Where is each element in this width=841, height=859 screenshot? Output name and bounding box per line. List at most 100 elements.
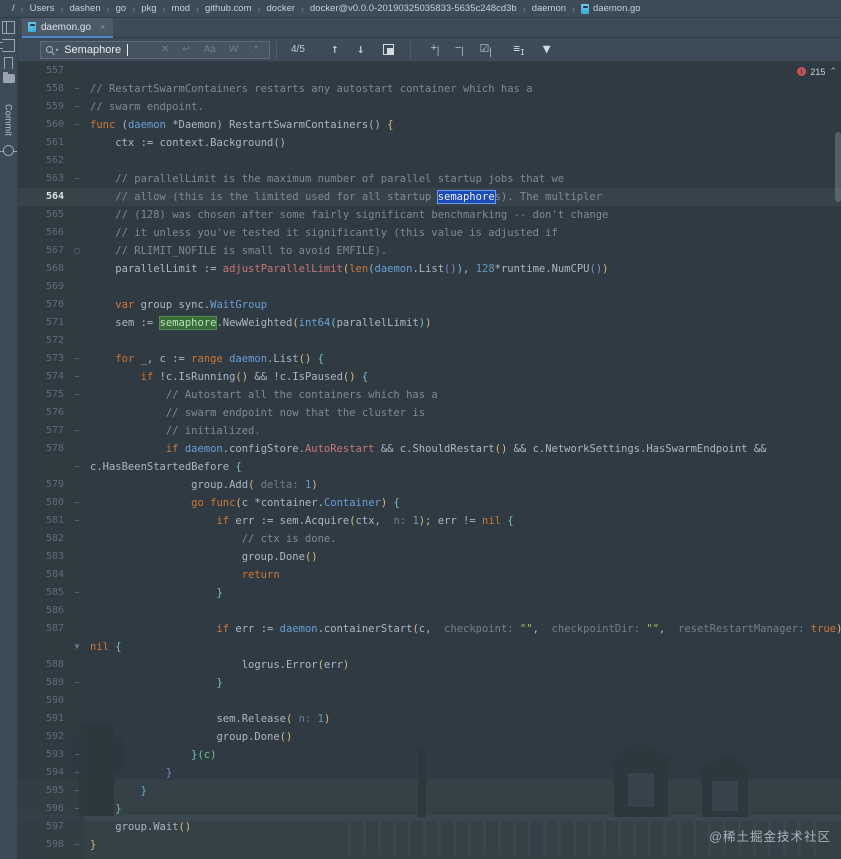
code-editor[interactable]: 215 ⌃ 557 558−// RestartSwarmContainers r…	[18, 62, 841, 859]
code-line[interactable]: 595− }	[18, 782, 841, 800]
select-all-icon[interactable]	[382, 44, 394, 55]
fold-marker-icon[interactable]: −	[70, 782, 84, 800]
fold-marker-icon[interactable]: −	[70, 80, 84, 98]
fold-marker-icon[interactable]: −	[70, 116, 84, 134]
code-line[interactable]: 578 if daemon.configStore.AutoRestart &&…	[18, 440, 841, 458]
code-line[interactable]: 569	[18, 278, 841, 296]
code-line[interactable]: 591 sem.Release( n: 1)	[18, 710, 841, 728]
code-content[interactable]: 557 558−// RestartSwarmContainers restart…	[18, 62, 841, 854]
breadcrumb-item[interactable]: github.com	[199, 3, 257, 14]
fold-marker-icon[interactable]: □	[70, 242, 84, 260]
fold-marker-icon[interactable]: −	[70, 494, 84, 512]
chevron-up-icon[interactable]: ⌃	[829, 66, 837, 77]
code-line[interactable]: 561 ctx := context.Background()	[18, 134, 841, 152]
breadcrumb-item[interactable]: daemon	[526, 3, 572, 14]
fold-marker-icon[interactable]: −	[70, 674, 84, 692]
scrollbar-thumb[interactable]	[835, 132, 841, 202]
code-line[interactable]: 586	[18, 602, 841, 620]
fold-marker-icon[interactable]: −	[70, 350, 84, 368]
code-line[interactable]: 593− }(c)	[18, 746, 841, 764]
code-line[interactable]: 575− // Autostart all the containers whi…	[18, 386, 841, 404]
breadcrumb-item[interactable]: docker@v0.0.0-20190325035833-5635c248cd3…	[304, 3, 523, 14]
code-line[interactable]: 577− // initialized.	[18, 422, 841, 440]
breadcrumb-file[interactable]: daemon.go	[575, 3, 647, 14]
fold-marker-icon[interactable]: −	[70, 170, 84, 188]
fold-marker-icon[interactable]: −	[70, 98, 84, 116]
code-line[interactable]: 562	[18, 152, 841, 170]
remove-occurrence-icon[interactable]: −⎢	[455, 42, 465, 56]
structure-icon[interactable]	[0, 39, 15, 52]
find-next-icon[interactable]: ↓	[357, 42, 365, 57]
filter-icon[interactable]: ▼	[543, 42, 551, 57]
breadcrumb-item[interactable]: Users	[24, 3, 61, 14]
fold-marker-icon[interactable]: −	[70, 458, 84, 476]
search-input[interactable]: ▾ Semaphore ✕ ↵ Aa W .*	[40, 40, 270, 59]
clear-search-icon[interactable]: ✕	[161, 44, 169, 55]
code-line[interactable]: 559−// swarm endpoint.	[18, 98, 841, 116]
find-previous-icon[interactable]: ↑	[331, 42, 339, 57]
fold-marker-icon[interactable]: −	[70, 386, 84, 404]
open-in-find-window-icon[interactable]: ≡I	[513, 42, 524, 57]
chevron-down-icon[interactable]: ▾	[55, 46, 59, 54]
project-icon[interactable]	[2, 21, 15, 34]
code-line[interactable]: 583 group.Done()	[18, 548, 841, 566]
code-line[interactable]: 564 // allow (this is the limited used f…	[18, 188, 841, 206]
code-line[interactable]: 587 if err := daemon.containerStart(c, c…	[18, 620, 841, 638]
code-line[interactable]: 558−// RestartSwarmContainers restarts a…	[18, 80, 841, 98]
bookmarks-icon[interactable]	[4, 57, 13, 69]
status-badge[interactable]: 215 ⌃	[797, 66, 837, 77]
close-icon[interactable]: ×	[100, 22, 105, 32]
code-line[interactable]: 580− go func(c *container.Container) {	[18, 494, 841, 512]
fold-marker-icon[interactable]: −	[70, 512, 84, 530]
words-icon[interactable]: W	[229, 44, 238, 55]
breadcrumb-item[interactable]: mod	[166, 3, 196, 14]
code-line[interactable]: 576 // swarm endpoint now that the clust…	[18, 404, 841, 422]
fold-marker-icon[interactable]: −	[70, 836, 84, 854]
code-line[interactable]: 582 // ctx is done.	[18, 530, 841, 548]
breadcrumb-item[interactable]: go	[110, 3, 133, 14]
fold-marker-icon[interactable]: −	[70, 800, 84, 818]
code-line[interactable]: 573− for _, c := range daemon.List() {	[18, 350, 841, 368]
folder-icon[interactable]	[2, 71, 15, 83]
code-line[interactable]: 592 group.Done()	[18, 728, 841, 746]
fold-marker-icon[interactable]: −	[70, 584, 84, 602]
code-line[interactable]: 565 // (128) was chosen after some fairl…	[18, 206, 841, 224]
breadcrumb-item[interactable]: docker	[261, 3, 302, 14]
code-line[interactable]: − c.HasBeenStartedBefore {	[18, 458, 841, 476]
code-line[interactable]: 574− if !c.IsRunning() && !c.IsPaused() …	[18, 368, 841, 386]
code-line[interactable]: 581− if err := sem.Acquire(ctx, n: 1); e…	[18, 512, 841, 530]
fold-marker-icon[interactable]: −	[70, 422, 84, 440]
select-all-occurrences-icon[interactable]: ☑⎢	[479, 42, 493, 57]
fold-marker-icon[interactable]: ▼	[70, 638, 84, 656]
preserve-case-icon[interactable]: ↵	[182, 44, 190, 55]
code-line[interactable]: 560− func (daemon *Daemon) RestartSwarmCo…	[18, 116, 841, 134]
code-line[interactable]: 589− }	[18, 674, 841, 692]
regex-icon[interactable]: .*	[251, 44, 258, 55]
code-line[interactable]: 572	[18, 332, 841, 350]
code-line[interactable]: 590	[18, 692, 841, 710]
code-line[interactable]: 594− }	[18, 764, 841, 782]
commit-tool-label[interactable]: Commit	[4, 104, 14, 136]
code-line[interactable]: 567 □ // RLIMIT_NOFILE is small to avoid …	[18, 242, 841, 260]
breadcrumb-item[interactable]: pkg	[135, 3, 162, 14]
code-line[interactable]: 579 group.Add( delta: 1)	[18, 476, 841, 494]
code-line[interactable]: 570 var group sync.WaitGroup	[18, 296, 841, 314]
code-line[interactable]: 563− // parallelLimit is the maximum num…	[18, 170, 841, 188]
code-line[interactable]: 585− }	[18, 584, 841, 602]
fold-marker-icon[interactable]: −	[70, 746, 84, 764]
tab-daemon-go[interactable]: daemon.go ×	[22, 18, 114, 38]
fold-marker-icon[interactable]: −	[70, 368, 84, 386]
code-line[interactable]: 596− }	[18, 800, 841, 818]
fold-marker-icon[interactable]: −	[70, 764, 84, 782]
code-line[interactable]: 568 parallelLimit := adjustParallelLimit…	[18, 260, 841, 278]
commit-icon[interactable]	[0, 145, 17, 157]
code-line[interactable]: ▼ nil {	[18, 638, 841, 656]
match-case-icon[interactable]: Aa	[204, 44, 216, 55]
breadcrumb-root[interactable]: /	[6, 3, 21, 14]
code-line[interactable]: 566 // it unless you've tested it signif…	[18, 224, 841, 242]
add-occurrence-icon[interactable]: +⎢	[431, 42, 441, 56]
code-line[interactable]: 588 logrus.Error(err)	[18, 656, 841, 674]
breadcrumb-item[interactable]: dashen	[63, 3, 106, 14]
code-line[interactable]: 584 return	[18, 566, 841, 584]
code-line[interactable]: 557	[18, 62, 841, 80]
